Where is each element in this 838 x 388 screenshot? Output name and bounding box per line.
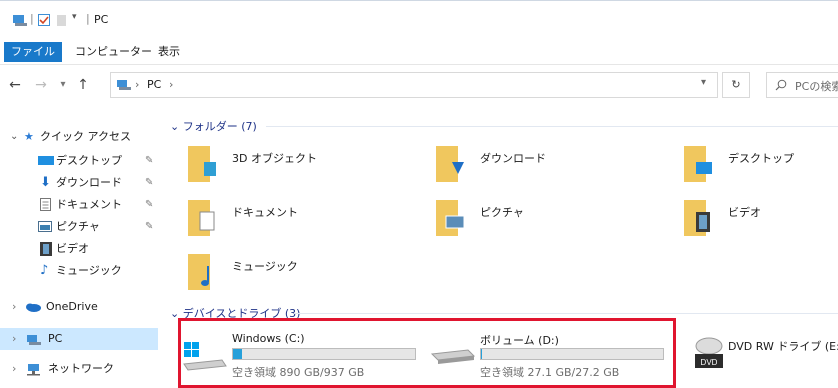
folder-item[interactable]: ビデオ bbox=[684, 198, 834, 242]
tab-view[interactable]: 表示 bbox=[151, 42, 187, 62]
folder-label: ドキュメント bbox=[232, 206, 298, 219]
nav-quick-access[interactable]: ⌄ ★ クイック アクセス bbox=[0, 126, 158, 148]
nav-item-documents[interactable]: ドキュメント ✎ bbox=[0, 194, 158, 216]
search-icon bbox=[775, 79, 787, 91]
video-icon bbox=[40, 242, 52, 256]
navigation-pane: ⌄ ★ クイック アクセス デスクトップ ✎ ⬇ ダウンロード ✎ ドキュメント… bbox=[0, 100, 160, 381]
address-bar[interactable]: › PC › ▾ bbox=[110, 72, 718, 98]
quick-access-dropdown-icon[interactable]: ▾ bbox=[72, 12, 77, 22]
nav-onedrive-label: OneDrive bbox=[46, 300, 98, 313]
title-separator-2: | bbox=[86, 12, 90, 25]
music-folder-icon bbox=[188, 254, 210, 290]
pin-icon: ✎ bbox=[145, 221, 154, 232]
expand-chevron-icon[interactable]: › bbox=[12, 358, 16, 380]
svg-text:DVD: DVD bbox=[701, 358, 718, 367]
pictures-folder-icon bbox=[436, 200, 464, 236]
videos-folder-icon bbox=[684, 200, 710, 236]
breadcrumb-chevron-icon[interactable]: › bbox=[135, 78, 139, 91]
nav-item-label: ダウンロード bbox=[56, 176, 122, 189]
folder-item[interactable]: デスクトップ bbox=[684, 144, 834, 188]
ribbon-tabs: ファイル コンピューター 表示 bbox=[0, 40, 838, 65]
nav-item-label: ミュージック bbox=[56, 264, 122, 277]
search-placeholder: PCの検索 bbox=[795, 80, 838, 93]
nav-quick-access-label: クイック アクセス bbox=[40, 130, 131, 143]
folder-item[interactable]: 3D オブジェクト bbox=[188, 144, 408, 188]
document-icon bbox=[40, 198, 51, 211]
breadcrumb-chevron-icon[interactable]: › bbox=[169, 78, 173, 91]
nav-item-label: ビデオ bbox=[56, 242, 89, 255]
network-icon bbox=[27, 364, 40, 376]
folders-group-header[interactable]: ⌄ フォルダー (7) bbox=[170, 118, 257, 134]
forward-button[interactable]: → bbox=[30, 74, 52, 96]
nav-item-videos[interactable]: ビデオ bbox=[0, 238, 158, 260]
tab-file[interactable]: ファイル bbox=[4, 42, 62, 62]
documents-folder-icon bbox=[188, 200, 215, 236]
address-pc-icon bbox=[117, 80, 131, 90]
folder-label: 3D オブジェクト bbox=[232, 152, 317, 165]
group-divider bbox=[294, 313, 838, 314]
up-button[interactable]: ↑ bbox=[72, 74, 94, 96]
group-divider bbox=[266, 126, 838, 127]
folder-label: ピクチャ bbox=[480, 206, 524, 219]
nav-pc-label: PC bbox=[48, 332, 63, 345]
folder-label: デスクトップ bbox=[728, 152, 794, 165]
folder-label: ビデオ bbox=[728, 206, 761, 219]
pc-icon bbox=[27, 335, 41, 345]
folder-item[interactable]: ダウンロード bbox=[436, 144, 656, 188]
cloud-icon bbox=[26, 303, 41, 312]
pc-icon bbox=[13, 15, 27, 26]
nav-item-label: ドキュメント bbox=[56, 198, 122, 211]
address-dropdown-icon[interactable]: ▾ bbox=[701, 77, 706, 88]
title-separator: | bbox=[30, 12, 34, 25]
picture-icon bbox=[38, 221, 52, 232]
nav-pc[interactable]: › PC bbox=[0, 328, 158, 350]
music-icon: ♪ bbox=[40, 263, 49, 278]
title-bar: | ▾ | PC bbox=[0, 0, 838, 41]
folder-label: ダウンロード bbox=[480, 152, 546, 165]
expand-chevron-icon[interactable]: › bbox=[12, 296, 16, 318]
star-icon: ★ bbox=[24, 130, 34, 143]
nav-network[interactable]: › ネットワーク bbox=[0, 358, 158, 380]
nav-item-label: ピクチャ bbox=[56, 220, 100, 233]
expand-chevron-icon[interactable]: ⌄ bbox=[10, 126, 18, 148]
drive-item-e[interactable]: DVD DVD RW ドライブ (E:) bbox=[694, 328, 838, 378]
back-button[interactable]: ← bbox=[4, 74, 26, 96]
breadcrumb-pc[interactable]: PC bbox=[147, 78, 161, 91]
nav-item-music[interactable]: ♪ ミュージック bbox=[0, 260, 158, 282]
highlight-box bbox=[178, 318, 676, 388]
download-icon: ⬇ bbox=[40, 175, 51, 190]
recent-locations-button[interactable]: ▾ bbox=[52, 74, 74, 96]
nav-network-label: ネットワーク bbox=[48, 362, 114, 375]
properties-check-icon[interactable] bbox=[38, 14, 51, 27]
downloads-folder-icon bbox=[436, 146, 464, 182]
window-title: PC bbox=[94, 13, 109, 26]
search-box[interactable]: PCの検索 bbox=[766, 72, 838, 98]
new-folder-icon[interactable] bbox=[56, 14, 68, 27]
refresh-button[interactable]: ↻ bbox=[722, 72, 750, 98]
folder-item[interactable]: ミュージック bbox=[188, 252, 408, 296]
desktop-icon bbox=[38, 156, 54, 165]
pin-icon: ✎ bbox=[145, 199, 154, 210]
folder-item[interactable]: ドキュメント bbox=[188, 198, 408, 242]
3d-objects-folder-icon bbox=[188, 146, 216, 182]
dvd-drive-icon: DVD bbox=[695, 337, 723, 368]
pin-icon: ✎ bbox=[145, 155, 154, 166]
nav-onedrive[interactable]: › OneDrive bbox=[0, 296, 158, 318]
nav-item-downloads[interactable]: ⬇ ダウンロード ✎ bbox=[0, 172, 158, 194]
nav-item-label: デスクトップ bbox=[56, 154, 122, 167]
pin-icon: ✎ bbox=[145, 177, 154, 188]
drive-label: DVD RW ドライブ (E:) bbox=[728, 340, 838, 353]
nav-item-pictures[interactable]: ピクチャ ✎ bbox=[0, 216, 158, 238]
folder-item[interactable]: ピクチャ bbox=[436, 198, 656, 242]
folder-label: ミュージック bbox=[232, 260, 298, 273]
tab-computer[interactable]: コンピューター bbox=[68, 42, 159, 62]
desktop-folder-icon bbox=[684, 146, 712, 182]
nav-item-desktop[interactable]: デスクトップ ✎ bbox=[0, 150, 158, 172]
expand-chevron-icon[interactable]: › bbox=[12, 328, 16, 350]
folders-header-label: フォルダー (7) bbox=[182, 120, 257, 133]
collapse-chevron-icon[interactable]: ⌄ bbox=[170, 120, 179, 133]
